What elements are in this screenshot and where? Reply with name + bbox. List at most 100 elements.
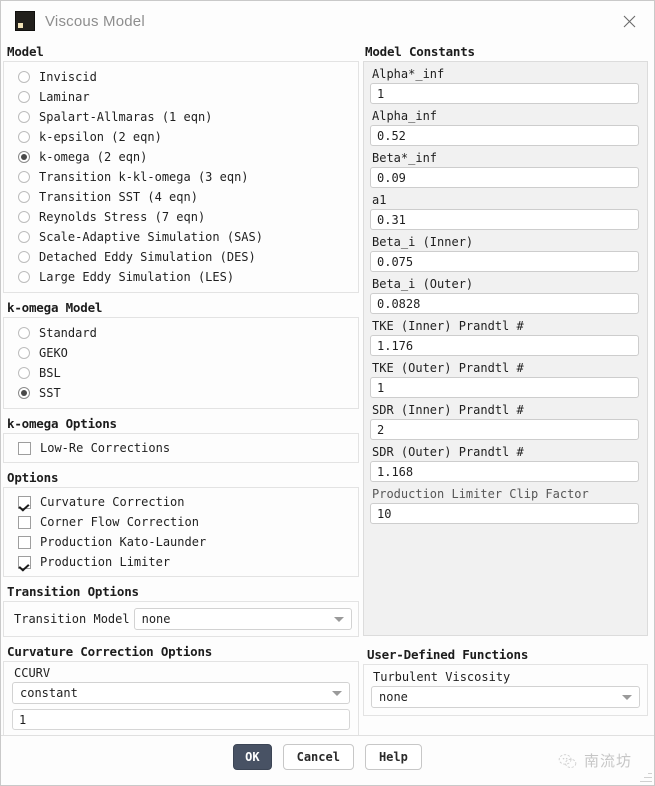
checkbox-icon-checked <box>18 555 31 569</box>
beta-i-inner-input[interactable]: 0.075 <box>370 251 639 272</box>
beta-star-inf-input[interactable]: 0.09 <box>370 167 639 188</box>
checkbox-low-re-corrections[interactable]: Low-Re Corrections <box>10 438 352 458</box>
checkbox-production-limiter[interactable]: Production Limiter <box>10 552 352 572</box>
checkbox-icon <box>18 515 31 529</box>
checkbox-curvature-correction[interactable]: Curvature Correction <box>10 492 352 512</box>
resize-grip[interactable] <box>639 770 652 783</box>
options-group-title: Options <box>7 470 59 485</box>
beta-i-outer-label: Beta_i (Outer) <box>372 277 474 291</box>
radio-bsl[interactable]: BSL <box>10 363 352 383</box>
transition-options-box: Transition Model none <box>3 601 359 637</box>
radio-icon <box>18 327 30 339</box>
ok-button[interactable]: OK <box>233 744 272 770</box>
radio-icon <box>18 367 30 379</box>
chevron-down-icon <box>622 695 632 700</box>
alpha-inf-label: Alpha_inf <box>372 109 438 123</box>
beta-i-inner-value: 0.075 <box>377 254 414 269</box>
a1-input[interactable]: 0.31 <box>370 209 639 230</box>
beta-i-inner-label: Beta_i (Inner) <box>372 235 474 249</box>
checkbox-label: Low-Re Corrections <box>40 441 171 455</box>
radio-label: GEKO <box>39 346 68 360</box>
tke-inner-prandtl-value: 1.176 <box>377 338 414 353</box>
tke-outer-prandtl-label: TKE (Outer) Prandtl # <box>372 361 524 375</box>
komega-model-group: k-omega Model Standard GEKO BSL SST <box>3 297 359 409</box>
radio-spalart-allmaras[interactable]: Spalart-Allmaras (1 eqn) <box>10 107 352 127</box>
radio-label: Standard <box>39 326 97 340</box>
help-button[interactable]: Help <box>364 744 422 770</box>
transition-model-label: Transition Model <box>14 612 130 626</box>
dialog-content: Model Inviscid Laminar Spalart-Allmaras … <box>1 41 654 738</box>
ccurv-value-input[interactable]: 1 <box>12 709 350 730</box>
button-row: OK Cancel Help <box>1 744 654 770</box>
ccurv-value: 1 <box>19 712 27 727</box>
radio-inviscid[interactable]: Inviscid <box>10 67 352 87</box>
komega-options-list: Low-Re Corrections <box>3 433 359 463</box>
ccurv-mode-value: constant <box>20 686 78 700</box>
checkbox-label: Curvature Correction <box>40 495 185 509</box>
radio-transition-sst[interactable]: Transition SST (4 eqn) <box>10 187 352 207</box>
checkbox-label: Production Limiter <box>40 555 171 569</box>
beta-i-outer-input[interactable]: 0.0828 <box>370 293 639 314</box>
alpha-star-inf-label: Alpha*_inf <box>372 67 445 81</box>
radio-icon-selected <box>18 151 30 163</box>
alpha-star-inf-value: 1 <box>377 86 385 101</box>
radio-standard[interactable]: Standard <box>10 323 352 343</box>
ccurv-mode-select[interactable]: constant <box>12 682 350 704</box>
radio-label: Detached Eddy Simulation (DES) <box>39 250 256 264</box>
sdr-inner-prandtl-input[interactable]: 2 <box>370 419 639 440</box>
chevron-down-icon <box>334 617 344 622</box>
radio-icon <box>18 211 30 223</box>
alpha-inf-input[interactable]: 0.52 <box>370 125 639 146</box>
curvature-correction-group-title: Curvature Correction Options <box>7 644 213 659</box>
model-group: Model Inviscid Laminar Spalart-Allmaras … <box>3 41 359 293</box>
radio-geko[interactable]: GEKO <box>10 343 352 363</box>
radio-k-omega[interactable]: k-omega (2 eqn) <box>10 147 352 167</box>
radio-label: Inviscid <box>39 70 97 84</box>
checkbox-production-kato-launder[interactable]: Production Kato-Launder <box>10 532 352 552</box>
radio-label: k-omega (2 eqn) <box>39 150 148 164</box>
radio-icon <box>18 191 30 203</box>
radio-scale-adaptive-simulation[interactable]: Scale-Adaptive Simulation (SAS) <box>10 227 352 247</box>
production-limiter-clip-factor-input[interactable]: 10 <box>370 503 639 524</box>
sdr-outer-prandtl-input[interactable]: 1.168 <box>370 461 639 482</box>
tke-inner-prandtl-input[interactable]: 1.176 <box>370 335 639 356</box>
transition-options-group-title: Transition Options <box>7 584 139 599</box>
alpha-star-inf-input[interactable]: 1 <box>370 83 639 104</box>
radio-label: Transition k-kl-omega (3 eqn) <box>39 170 249 184</box>
turbulent-viscosity-value: none <box>379 690 408 704</box>
radio-laminar[interactable]: Laminar <box>10 87 352 107</box>
tke-outer-prandtl-input[interactable]: 1 <box>370 377 639 398</box>
radio-label: Reynolds Stress (7 eqn) <box>39 210 206 224</box>
model-group-title: Model <box>7 44 44 59</box>
radio-transition-k-kl-omega[interactable]: Transition k-kl-omega (3 eqn) <box>10 167 352 187</box>
turbulent-viscosity-select[interactable]: none <box>371 686 640 708</box>
cancel-button[interactable]: Cancel <box>282 744 354 770</box>
checkbox-icon <box>18 441 31 455</box>
radio-label: k-epsilon (2 eqn) <box>39 130 162 144</box>
curvature-correction-options-group: Curvature Correction Options CCURV const… <box>3 641 359 738</box>
close-icon[interactable] <box>612 6 646 36</box>
transition-model-select[interactable]: none <box>133 608 352 630</box>
beta-i-outer-value: 0.0828 <box>377 296 421 311</box>
tke-inner-prandtl-label: TKE (Inner) Prandtl # <box>372 319 524 333</box>
dialog-footer: OK Cancel Help 南流坊 <box>1 735 654 785</box>
radio-sst[interactable]: SST <box>10 383 352 403</box>
radio-reynolds-stress[interactable]: Reynolds Stress (7 eqn) <box>10 207 352 227</box>
radio-label: SST <box>39 386 61 400</box>
radio-label: Laminar <box>39 90 90 104</box>
radio-label: Spalart-Allmaras (1 eqn) <box>39 110 213 124</box>
radio-label: Scale-Adaptive Simulation (SAS) <box>39 230 263 244</box>
tke-outer-prandtl-value: 1 <box>377 380 385 395</box>
transition-model-row: Transition Model none <box>10 606 352 632</box>
checkbox-corner-flow-correction[interactable]: Corner Flow Correction <box>10 512 352 532</box>
fluent-app-icon <box>15 11 35 31</box>
checkbox-label: Corner Flow Correction <box>40 515 199 529</box>
checkbox-label: Production Kato-Launder <box>40 535 207 549</box>
radio-detached-eddy-simulation[interactable]: Detached Eddy Simulation (DES) <box>10 247 352 267</box>
radio-large-eddy-simulation[interactable]: Large Eddy Simulation (LES) <box>10 267 352 287</box>
radio-k-epsilon[interactable]: k-epsilon (2 eqn) <box>10 127 352 147</box>
komega-model-group-title: k-omega Model <box>7 300 103 315</box>
udf-group: User-Defined Functions Turbulent Viscosi… <box>363 644 648 716</box>
beta-star-inf-label: Beta*_inf <box>372 151 438 165</box>
left-column: Model Inviscid Laminar Spalart-Allmaras … <box>1 41 361 738</box>
